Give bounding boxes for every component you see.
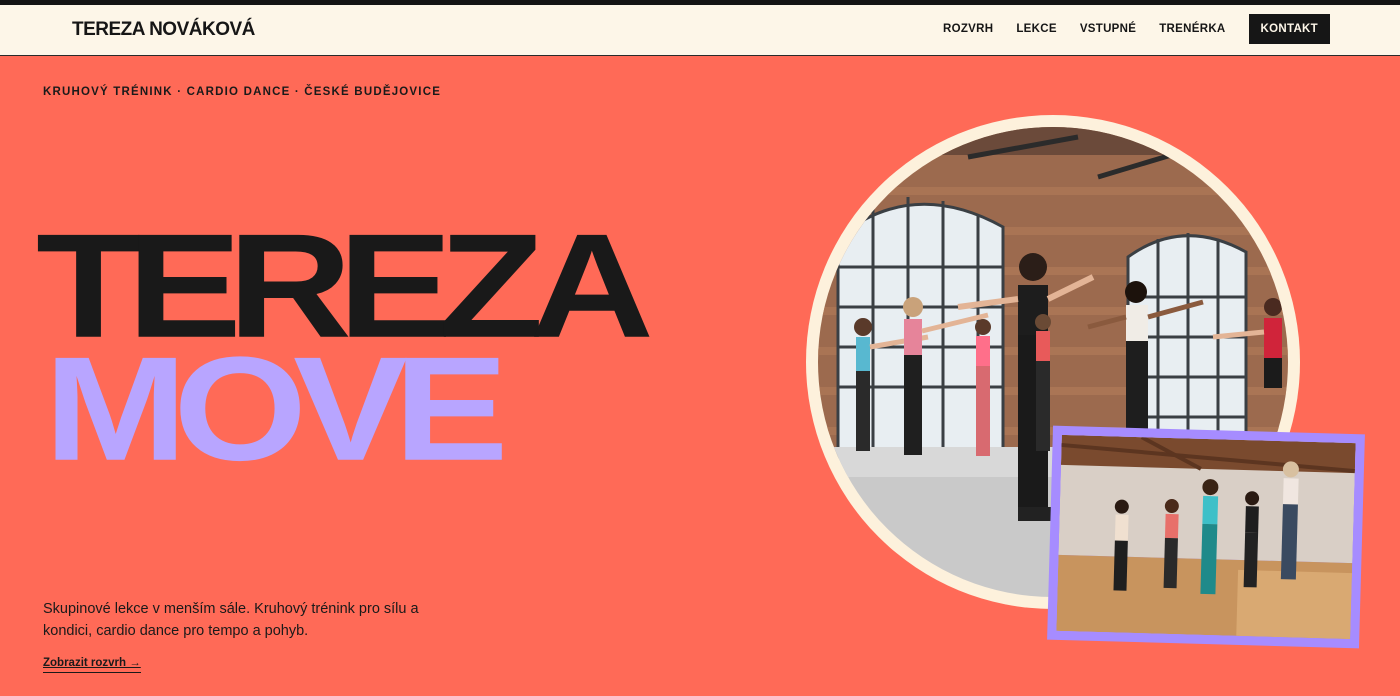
nav-trenerka[interactable]: TRENÉRKA (1159, 23, 1225, 35)
contact-button[interactable]: KONTAKT (1248, 14, 1330, 44)
nav-lekce[interactable]: LEKCE (1016, 23, 1056, 35)
hero-description: Skupinové lekce v menším sále. Kruhový t… (43, 601, 419, 639)
dance-class-photo (1056, 434, 1356, 640)
brand-logo[interactable]: TEREZA NOVÁKOVÁ (72, 19, 255, 41)
nav-vstupne[interactable]: VSTUPNÉ (1080, 23, 1136, 35)
nav-rozvrh[interactable]: ROZVRH (943, 23, 993, 35)
site-header: TEREZA NOVÁKOVÁ ROZVRH LEKCE VSTUPNÉ TRE… (0, 5, 1400, 56)
hero-kicker: KRUHOVÝ TRÉNINK · CARDIO DANCE · ČESKÉ B… (43, 86, 442, 98)
dance-photo-frame (1047, 425, 1365, 649)
hero-title-line2: MOVE (44, 326, 509, 492)
schedule-link[interactable]: Zobrazit rozvrh → (43, 657, 141, 673)
main-nav: ROZVRH LEKCE VSTUPNÉ TRENÉRKA KONTAKT (920, 14, 1330, 44)
